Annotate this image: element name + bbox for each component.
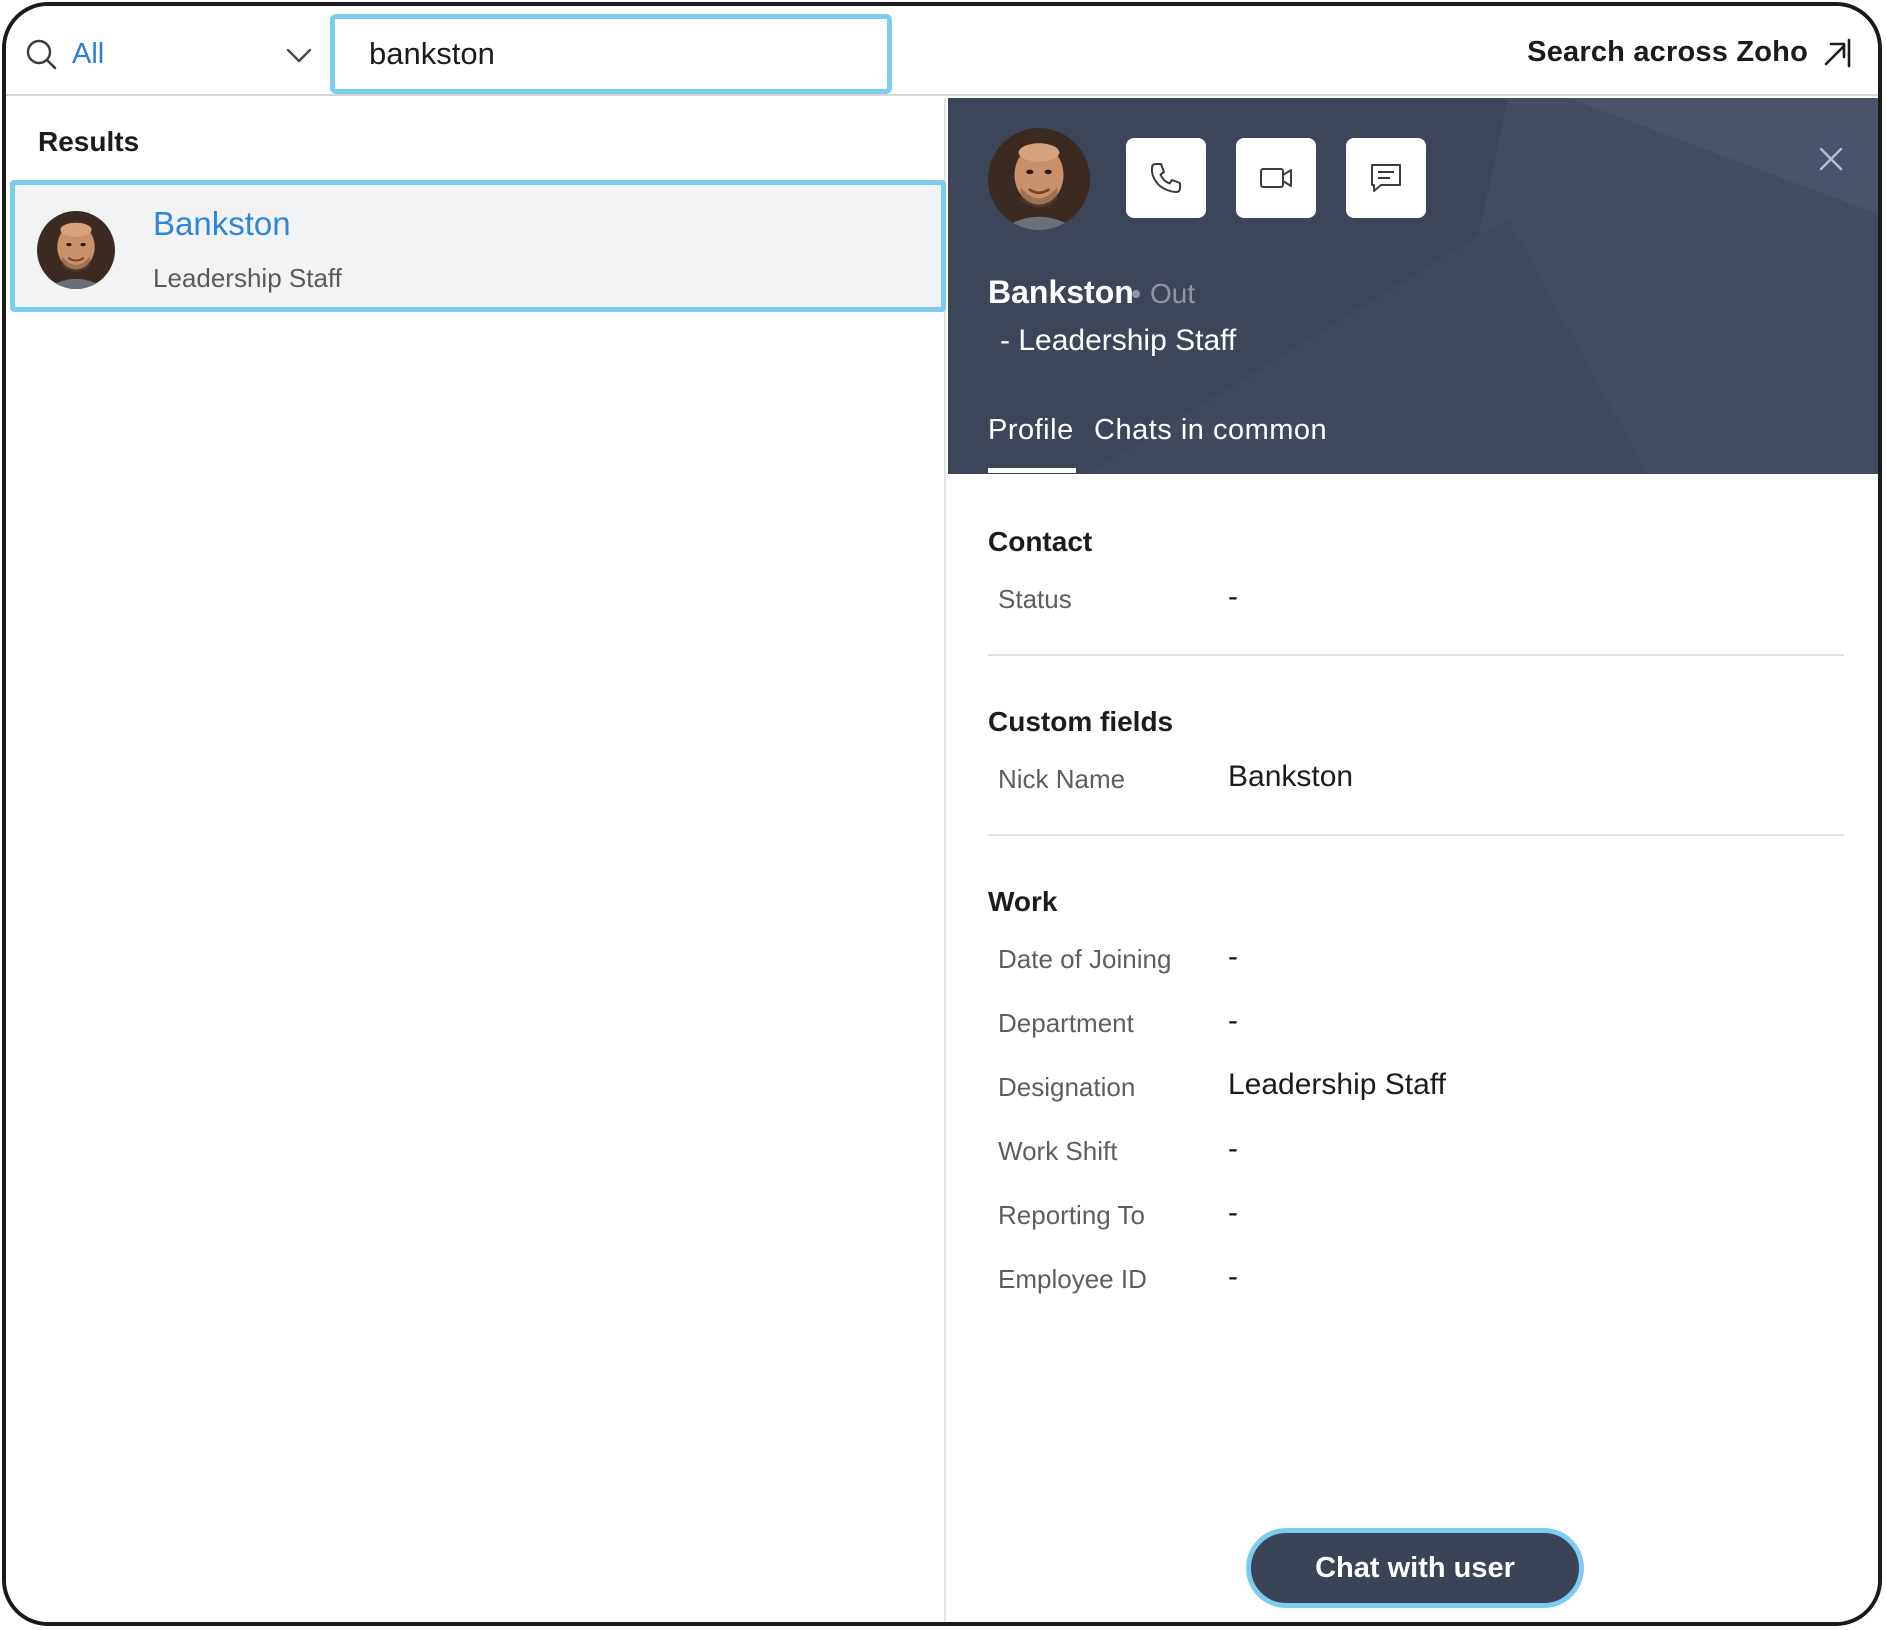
field-label-reporting-to: Reporting To [998, 1200, 1145, 1230]
field-value-nick-name: Bankston [1228, 760, 1354, 793]
search-input[interactable] [369, 36, 853, 72]
field-value-department: - [1228, 1004, 1238, 1037]
external-link-icon [1824, 38, 1851, 67]
profile-role: - Leadership Staff [1000, 324, 1237, 357]
video-call-button[interactable] [1236, 138, 1316, 218]
profile-status: Out [1132, 278, 1195, 310]
phone-icon [1150, 163, 1181, 193]
search-bar: All Search across Zoho [6, 6, 1878, 96]
field-label-work-shift: Work Shift [998, 1136, 1118, 1166]
search-scope-label: All [72, 37, 105, 70]
search-scope-dropdown[interactable]: All [24, 32, 314, 76]
result-subtitle: Leadership Staff [153, 263, 342, 293]
tab-chats-in-common[interactable]: Chats in common [1094, 414, 1327, 447]
section-title-work: Work [988, 886, 1058, 917]
search-window: All Search across Zoho Results [2, 2, 1882, 1626]
field-label-nick-name: Nick Name [998, 764, 1126, 794]
results-title: Results [38, 126, 140, 157]
field-value-designation: Leadership Staff [1228, 1068, 1446, 1101]
field-value-employee-id: - [1228, 1260, 1238, 1293]
divider [988, 834, 1844, 836]
field-value-work-shift: - [1228, 1132, 1238, 1165]
profile-name: Bankston [988, 274, 1134, 310]
profile-header: Bankston Out - Leadership Staff Profile … [948, 98, 1878, 474]
avatar [37, 211, 115, 289]
message-icon [1371, 164, 1401, 192]
field-label-designation: Designation [998, 1072, 1136, 1102]
field-label-status: Status [998, 584, 1072, 614]
field-value-date-of-joining: - [1228, 940, 1238, 973]
search-icon [26, 39, 57, 70]
chevron-down-icon [286, 48, 312, 63]
results-panel: Results Bankston Leadership Staff [6, 98, 946, 1622]
chat-with-user-label: Chat with user [1315, 1551, 1515, 1584]
search-across-zoho-link[interactable]: Search across Zoho [1527, 36, 1852, 69]
tab-profile[interactable]: Profile [988, 414, 1074, 447]
status-dot [1132, 290, 1140, 298]
active-tab-indicator [988, 468, 1076, 473]
result-item[interactable]: Bankston Leadership Staff [10, 180, 946, 312]
field-value-status: - [1228, 580, 1238, 613]
status-text: Out [1150, 278, 1196, 309]
profile-avatar [988, 128, 1090, 230]
field-label-date-of-joining: Date of Joining [998, 944, 1172, 974]
chat-with-user-button[interactable]: Chat with user [1246, 1528, 1584, 1608]
section-title-contact: Contact [988, 526, 1093, 557]
call-button[interactable] [1126, 138, 1206, 218]
profile-panel: Bankston Out - Leadership Staff Profile … [948, 98, 1878, 1622]
video-camera-icon [1260, 168, 1292, 188]
field-label-department: Department [998, 1008, 1134, 1038]
search-across-label: Search across Zoho [1527, 36, 1808, 68]
close-icon [1819, 147, 1843, 171]
search-input-box[interactable] [330, 14, 892, 94]
result-name: Bankston [153, 205, 291, 242]
field-label-employee-id: Employee ID [998, 1264, 1147, 1294]
field-value-reporting-to: - [1228, 1196, 1238, 1229]
section-title-custom-fields: Custom fields [988, 706, 1174, 737]
close-profile-button[interactable] [1804, 132, 1858, 186]
divider [988, 654, 1844, 656]
message-button[interactable] [1346, 138, 1426, 218]
